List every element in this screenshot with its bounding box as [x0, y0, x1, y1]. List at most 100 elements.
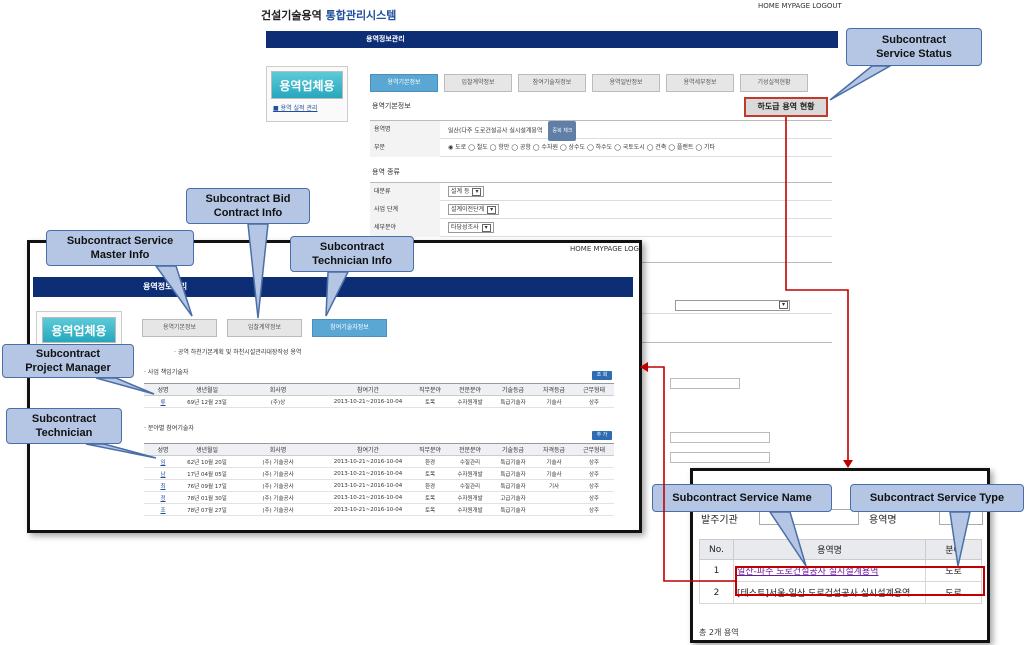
table-cell: (주) 기술공사 [232, 503, 324, 516]
sidebar-banner: 용역업체용 [271, 71, 343, 99]
extra-input[interactable] [670, 432, 770, 443]
type-label: 부문 [370, 139, 440, 157]
form-row-cat2: 사업 단계 설계이전단계 ▾ [370, 201, 832, 219]
name-link[interactable]: 정 [144, 491, 182, 504]
section-master-title: 용역기본정보 [372, 102, 411, 110]
table-cell: (주) 기술공사 [232, 491, 324, 504]
column-header: 근무형태 [574, 443, 614, 456]
chevron-down-icon: ▾ [779, 301, 788, 309]
column-header: 참여기간 [324, 383, 412, 396]
column-header: 성명 [144, 443, 182, 456]
tab-master-info[interactable]: 용역기본정보 [142, 319, 217, 337]
extra-input[interactable] [670, 452, 770, 463]
table-cell: 78년 01월 30일 [182, 491, 232, 504]
extra-select[interactable]: ▾ [675, 300, 790, 311]
tab-master-info[interactable]: 용역기본정보 [370, 74, 438, 92]
tab-bid-contract[interactable]: 입찰계약정보 [444, 74, 512, 92]
table-cell: 특급기술자 [492, 503, 534, 516]
type-radio-group[interactable]: ◉ 도로 ◯ 철도 ◯ 항만 ◯ 공항 ◯ 수자원 ◯ 상수도 ◯ 하수도 ◯ … [448, 139, 715, 157]
pm-header-row: 성명 생년월일 회사명 참여기간 직무분야 전문분야 기술등급 자격등급 근무형태 [144, 383, 614, 396]
column-header: 자격등급 [534, 383, 574, 396]
tab-technician[interactable]: 참여기술자정보 [518, 74, 586, 92]
pm-table: 성명 생년월일 회사명 참여기간 직무분야 전문분야 기술등급 자격등급 근무형태 류 69년 1… [144, 383, 614, 408]
table-cell: 17년 04월 05일 [182, 467, 232, 480]
service-name-label: 용역명 [370, 121, 440, 139]
app-brand[interactable]: 건설기술용역 통합관리시스템 [261, 7, 396, 23]
table-cell: 수자원개발 [448, 395, 492, 408]
tab-detail[interactable]: 용역세부정보 [666, 74, 734, 92]
table-cell: 2013-10-21~2016-10-04 [324, 455, 412, 468]
name-link[interactable]: 남 [144, 467, 182, 480]
column-header: 기술등급 [492, 383, 534, 396]
table-cell: 상주 [574, 467, 614, 480]
table-cell: 수자원개발 [448, 467, 492, 480]
name-link[interactable]: 조 [144, 503, 182, 516]
cat3-select[interactable]: 타당성조사 ▾ [448, 222, 494, 233]
technician-row[interactable]: 최 76년 09월 17일 (주) 기술공사 2013-10-21~2016-10-0… [144, 479, 614, 492]
extra-input[interactable] [670, 378, 740, 389]
table-cell: 수자원개발 [448, 503, 492, 516]
nav-bar: 용역정보관리 [266, 31, 838, 48]
column-header: 생년월일 [182, 383, 232, 396]
tab-bar: 용역기본정보 입찰계약정보 참여기술자정보 [142, 319, 402, 337]
table-cell: 환경 [412, 455, 448, 468]
table-cell: 2013-10-21~2016-10-04 [324, 467, 412, 480]
cat1-select[interactable]: 설계 등 ▾ [448, 186, 485, 197]
project-note: · 공역 하천기본계획 및 하천시설관리대장작성 용역 [174, 349, 302, 356]
technician-row[interactable]: 남 17년 04월 05일 (주) 기술공사 2013-10-21~2016-10-0… [144, 467, 614, 480]
name-link[interactable]: 류 [144, 395, 182, 408]
master-form: 용역명 일산(다주 도로건설공사 실시설계용역 중복 체크 부문 ◉ 도로 ◯ … [370, 120, 832, 157]
tab-technician[interactable]: 참여기술자정보 [312, 319, 387, 337]
technician-row[interactable]: 정 78년 01월 30일 (주) 기술공사 2013-10-21~2016-10-0… [144, 491, 614, 504]
brand-prefix: 건설기술용역 [261, 9, 322, 22]
callout-technician-info: Subcontract Technician Info [290, 236, 414, 272]
table-cell: 상주 [574, 479, 614, 492]
table-cell: 수자원개발 [448, 491, 492, 504]
tab-bid-contract[interactable]: 입찰계약정보 [227, 319, 302, 337]
duplicate-check-button[interactable]: 중복 체크 [548, 121, 577, 141]
org-label: 발주기관 [701, 515, 738, 526]
cat1-label: 대분류 [370, 183, 440, 201]
cat2-select[interactable]: 설계이전단계 ▾ [448, 204, 500, 215]
search-button[interactable]: 조 회 [592, 371, 612, 380]
table-cell: (주) 기술공사 [232, 455, 324, 468]
tab-general[interactable]: 용역일반정보 [592, 74, 660, 92]
column-header: 용역명 [733, 539, 926, 560]
form-row-cat3: 세부분야 타당성조사 ▾ [370, 219, 832, 237]
column-header: 직무분야 [412, 383, 448, 396]
arrowhead-down [843, 460, 853, 468]
table-cell: (주) 기술공사 [232, 479, 324, 492]
column-header: 분야 [925, 539, 982, 560]
table-cell: 토목 [412, 503, 448, 516]
technician-row[interactable]: 임 62년 10월 20일 (주) 기술공사 2013-10-21~2016-10-0… [144, 455, 614, 468]
form-row-service-name: 용역명 일산(다주 도로건설공사 실시설계용역 중복 체크 [370, 121, 832, 141]
tab-performance[interactable]: 기성실적현황 [740, 74, 808, 92]
service-name-field[interactable]: 일산(다주 도로건설공사 실시설계용역 중복 체크 [448, 121, 577, 141]
subcontract-status-button[interactable]: 하도급 용역 현황 [744, 97, 828, 117]
highlight-service-row [735, 566, 985, 596]
tab-bar: 용역기본정보 입찰계약정보 참여기술자정보 용역일반정보 용역세부정보 기성실적… [370, 74, 830, 92]
top-links[interactable]: HOME MYPAGE LOGOUT [570, 245, 639, 253]
cat2-value: 설계이전단계 [451, 206, 485, 213]
top-links[interactable]: HOME MYPAGE LOGOUT [758, 2, 842, 10]
column-header: 참여기간 [324, 443, 412, 456]
table-cell: 2013-10-21~2016-10-04 [324, 479, 412, 492]
add-technician-button[interactable]: 추 가 [592, 431, 612, 440]
callout-text: Subcontract Service Master Info [66, 235, 174, 261]
tech-table: 성명 생년월일 회사명 참여기간 직무분야 전문분야 기술등급 자격등급 근무형태 임 62년 1… [144, 443, 614, 516]
callout-text: Subcontract Service Name [672, 492, 812, 504]
name-link[interactable]: 임 [144, 455, 182, 468]
callout-project-manager: Subcontract Project Manager [2, 344, 134, 378]
technician-row[interactable]: 조 78년 07월 27일 (주) 기술공사 2013-10-21~2016-10-0… [144, 503, 614, 516]
sidebar-link-performance[interactable]: ■ 용역 실적 관리 [273, 103, 347, 112]
callout-text: Subcontract Project Manager [25, 348, 111, 374]
section-kind-title: 용역 종류 [372, 168, 400, 176]
pm-row[interactable]: 류 69년 12월 23일 (주)상 2013-10-21~2016-10-04 토목 수… [144, 395, 614, 408]
table-cell: 수질관리 [448, 479, 492, 492]
callout-text: Subcontract Technician Info [312, 241, 392, 267]
table-cell: 토목 [412, 467, 448, 480]
form-row-type: 부문 ◉ 도로 ◯ 철도 ◯ 항만 ◯ 공항 ◯ 수자원 ◯ 상수도 ◯ 하수도… [370, 139, 832, 157]
technician-window: HOME MYPAGE LOGOUT 용역정보관리 용역업체용 용역기본정보 입… [27, 240, 642, 533]
name-link[interactable]: 최 [144, 479, 182, 492]
column-header: 자격등급 [534, 443, 574, 456]
